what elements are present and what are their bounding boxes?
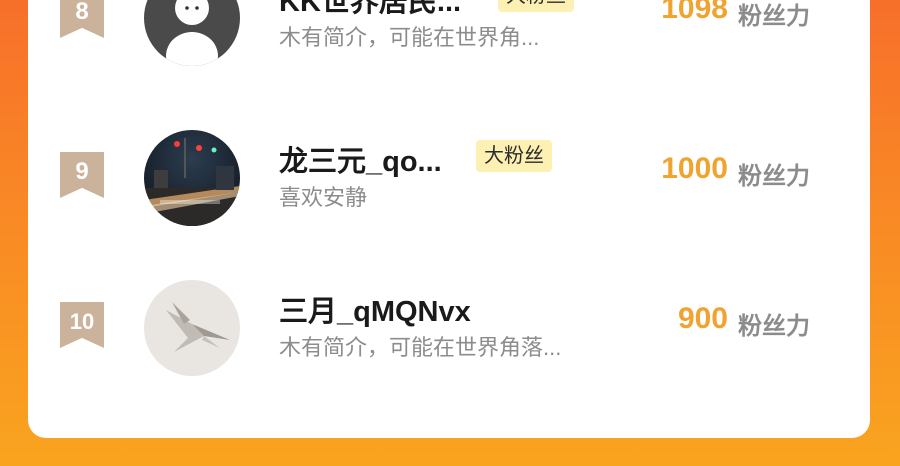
fan-power-score: 1098 [661,0,728,25]
list-item[interactable]: 10 三月_qMQNvx 木有简介，可能在世界角落... 900 粉丝力 [28,270,870,380]
fan-power-score: 900 [677,302,728,335]
avatar[interactable] [144,130,240,226]
user-bio: 木有简介，可能在世界角落... [279,335,562,360]
user-name[interactable]: KK世界居民... [279,0,461,20]
fan-ranking-card: 8 KK世界居民... 大粉丝 木有简介，可能在世界角... 1098 粉丝力 … [28,0,870,438]
fan-level-badge: 大粉丝 [498,0,574,12]
rank-badge: 8 [60,0,104,38]
rank-badge: 9 [60,152,104,198]
night-street-photo [144,138,240,226]
fan-power-unit: 粉丝力 [738,163,810,190]
fan-power-score: 1000 [661,152,728,185]
user-name[interactable]: 三月_qMQNvx [279,288,471,330]
bird-sketch-image [166,302,230,352]
list-item[interactable]: 8 KK世界居民... 大粉丝 木有简介，可能在世界角... 1098 粉丝力 [28,0,870,70]
avatar[interactable] [144,280,240,376]
fan-power-unit: 粉丝力 [738,3,810,30]
user-bio: 木有简介，可能在世界角... [279,25,540,50]
list-item[interactable]: 9 龙三元_qo... 大粉丝 喜欢安静 1000 粉丝力 [28,120,870,230]
avatar[interactable] [144,0,240,66]
user-bio: 喜欢安静 [279,185,368,210]
fan-power-unit: 粉丝力 [738,313,810,340]
user-name[interactable]: 龙三元_qo... [279,138,442,180]
rank-badge: 10 [60,302,104,348]
default-avatar-icon [166,0,218,66]
fan-level-badge: 大粉丝 [476,140,552,172]
